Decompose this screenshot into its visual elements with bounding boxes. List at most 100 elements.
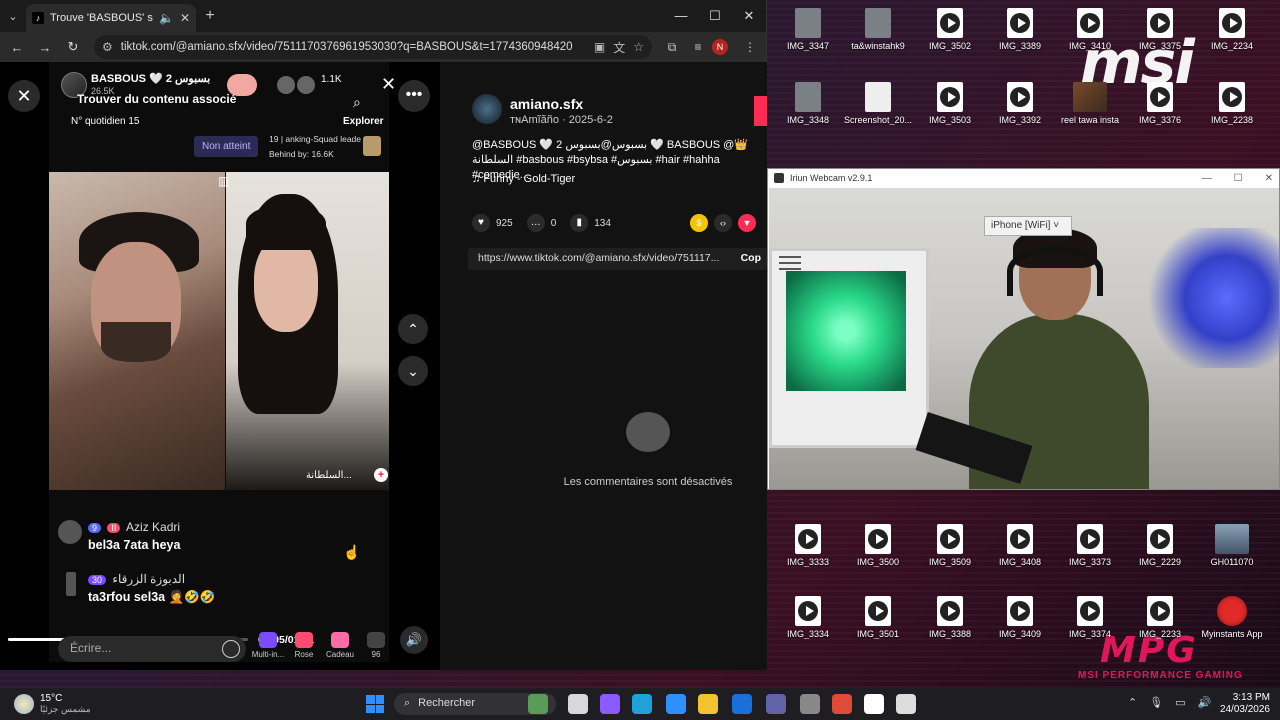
author-name[interactable]: amiano.sfx xyxy=(510,96,583,112)
emoji-icon[interactable] xyxy=(222,640,240,658)
desktop-icon[interactable]: IMG_3501 xyxy=(843,596,913,639)
chrome-icon[interactable] xyxy=(832,694,852,714)
comments-button[interactable]: … 0 xyxy=(526,214,556,232)
reload-icon[interactable]: ↻ xyxy=(60,39,86,55)
desktop-icon[interactable]: IMG_3348 xyxy=(773,82,843,125)
save-button[interactable]: ▮ 134 xyxy=(570,214,611,232)
related-search-prompt[interactable]: Trouver du contenu associé xyxy=(77,92,236,106)
desktop-icon[interactable]: IMG_3375 xyxy=(1125,8,1195,51)
outlook-icon[interactable] xyxy=(732,694,752,714)
host-name[interactable]: BASBOUS 🤍 2 بسبوس xyxy=(91,72,210,85)
minimize-button[interactable]: — xyxy=(1202,173,1212,184)
commenter-avatar[interactable] xyxy=(66,572,76,596)
rose-button[interactable]: Rose xyxy=(286,632,322,659)
multi-guest-button[interactable]: Multi-in... xyxy=(250,632,286,659)
new-tab-button[interactable]: + xyxy=(196,7,224,25)
add-guest-icon[interactable]: + xyxy=(374,468,388,482)
desktop-icon[interactable]: IMG_2229 xyxy=(1125,524,1195,567)
media-controls-icon[interactable]: ≡ xyxy=(686,40,710,54)
desktop-icon[interactable]: IMG_2238 xyxy=(1197,82,1267,125)
desktop-icon[interactable]: ta&winstahk9 xyxy=(843,8,913,51)
desktop-icon[interactable]: IMG_3373 xyxy=(1055,524,1125,567)
desktop-icon[interactable]: IMG_3334 xyxy=(773,596,843,639)
commenter-name[interactable]: Aziz Kadri xyxy=(126,520,180,534)
share-count-button[interactable]: 96 xyxy=(358,632,394,659)
volume-icon[interactable]: 🔊 xyxy=(400,626,428,654)
overlay-close-icon[interactable]: ✕ xyxy=(381,74,396,95)
commenter-avatar[interactable] xyxy=(58,520,82,544)
tab-tiktok[interactable]: ♪ Trouve 'BASBOUS' sur TikTo 🔈 ✕ xyxy=(26,4,196,32)
task-view-icon[interactable] xyxy=(568,694,588,714)
close-video-button[interactable]: ✕ xyxy=(8,80,40,112)
back-icon[interactable]: ← xyxy=(4,40,30,55)
close-window-button[interactable]: ✕ xyxy=(732,8,766,24)
desktop-icon[interactable]: IMG_2233 xyxy=(1125,596,1195,639)
desktop-icon[interactable]: IMG_3376 xyxy=(1125,82,1195,125)
author-avatar[interactable] xyxy=(472,94,502,124)
desktop-icon[interactable]: GH011070 xyxy=(1197,524,1267,567)
like-button[interactable]: ♥ 925 xyxy=(472,214,513,232)
minimize-button[interactable]: — xyxy=(664,8,698,24)
desktop-icon[interactable]: IMG_2234 xyxy=(1197,8,1267,51)
more-options-icon[interactable]: ••• xyxy=(398,80,430,112)
store-icon[interactable] xyxy=(666,694,686,714)
repost-icon[interactable]: ▼ xyxy=(738,214,756,232)
speaker-icon[interactable]: 🔈 xyxy=(159,11,174,25)
teams-icon[interactable] xyxy=(766,694,786,714)
desktop-icon[interactable]: IMG_3409 xyxy=(985,596,1055,639)
embed-icon[interactable]: ‹› xyxy=(714,214,732,232)
music-row[interactable]: ♫ Funny - Gold-Tiger xyxy=(472,173,575,185)
app-dark-icon[interactable] xyxy=(896,694,916,714)
chevron-up-icon[interactable]: ⌃ xyxy=(1128,696,1137,709)
desktop-icon[interactable]: reel tawa insta xyxy=(1055,82,1125,125)
desktop-icon[interactable]: IMG_3333 xyxy=(773,524,843,567)
start-button[interactable] xyxy=(366,695,384,713)
tab-search-icon[interactable]: ⌄ xyxy=(0,0,26,32)
desktop-icon[interactable]: IMG_3509 xyxy=(915,524,985,567)
device-select[interactable]: iPhone [WiFi] ˅ xyxy=(984,216,1072,236)
weather-widget[interactable]: 15°C مشمس جزئيًا xyxy=(14,693,134,715)
desktop-icon[interactable]: IMG_3503 xyxy=(915,82,985,125)
edge-icon[interactable] xyxy=(632,694,652,714)
address-bar[interactable]: ⚙ tiktok.com/@amiano.sfx/video/751117037… xyxy=(94,35,652,59)
forward-icon[interactable]: → xyxy=(32,40,58,55)
commenter-name[interactable]: الدبوزة الزرقاء xyxy=(112,572,185,586)
tab-close-icon[interactable]: ✕ xyxy=(180,11,190,25)
gift-button[interactable]: Cadeau xyxy=(322,632,358,659)
desktop-icon[interactable]: IMG_3389 xyxy=(985,8,1055,51)
desktop-icon[interactable]: Myinstants App xyxy=(1197,596,1267,639)
widgets-icon[interactable] xyxy=(528,694,548,714)
desktop-icon[interactable]: IMG_3374 xyxy=(1055,596,1125,639)
url-text[interactable]: tiktok.com/@amiano.sfx/video/75111703769… xyxy=(121,41,586,53)
comment-input[interactable]: Écrire... xyxy=(58,636,246,662)
bookmark-star-icon[interactable]: ☆ xyxy=(633,40,644,54)
desktop-icon[interactable]: IMG_3502 xyxy=(915,8,985,51)
desktop-icon[interactable]: IMG_3392 xyxy=(985,82,1055,125)
translate-icon[interactable]: 文 xyxy=(613,39,625,56)
share-link-field[interactable]: https://www.tiktok.com/@amiano.sfx/video… xyxy=(468,248,767,270)
previous-video-icon[interactable]: ⌃ xyxy=(398,314,428,344)
site-info-icon[interactable]: ⚙ xyxy=(102,40,113,54)
top-viewers[interactable] xyxy=(277,76,317,94)
settings-icon[interactable] xyxy=(800,694,820,714)
profile-avatar[interactable]: N xyxy=(712,39,736,55)
copy-link-button[interactable]: Cop xyxy=(734,248,767,270)
desktop-icon[interactable]: IMG_3500 xyxy=(843,524,913,567)
explore-link[interactable]: Explorer xyxy=(343,116,384,127)
search-icon[interactable]: ⌕ xyxy=(353,94,361,111)
close-window-button[interactable]: ✕ xyxy=(1265,173,1273,184)
coin-icon[interactable]: $ xyxy=(690,214,708,232)
hamburger-menu-icon[interactable] xyxy=(779,256,801,270)
desktop-icon[interactable]: IMG_3410 xyxy=(1055,8,1125,51)
music-title[interactable]: Funny - Gold-Tiger xyxy=(483,173,575,185)
maximize-button[interactable]: ☐ xyxy=(698,8,732,24)
desktop-icon[interactable]: IMG_3408 xyxy=(985,524,1055,567)
cast-icon[interactable]: ▣ xyxy=(594,40,605,54)
menu-kebab-icon[interactable]: ⋮ xyxy=(738,40,762,54)
next-video-icon[interactable]: ⌄ xyxy=(398,356,428,386)
network-icon[interactable]: ▭ xyxy=(1175,696,1185,709)
copilot-icon[interactable] xyxy=(600,694,620,714)
explorer-icon[interactable] xyxy=(698,694,718,714)
desktop-icon[interactable]: IMG_3347 xyxy=(773,8,843,51)
clock[interactable]: 3:13 PM 24/03/2026 xyxy=(1200,692,1270,716)
